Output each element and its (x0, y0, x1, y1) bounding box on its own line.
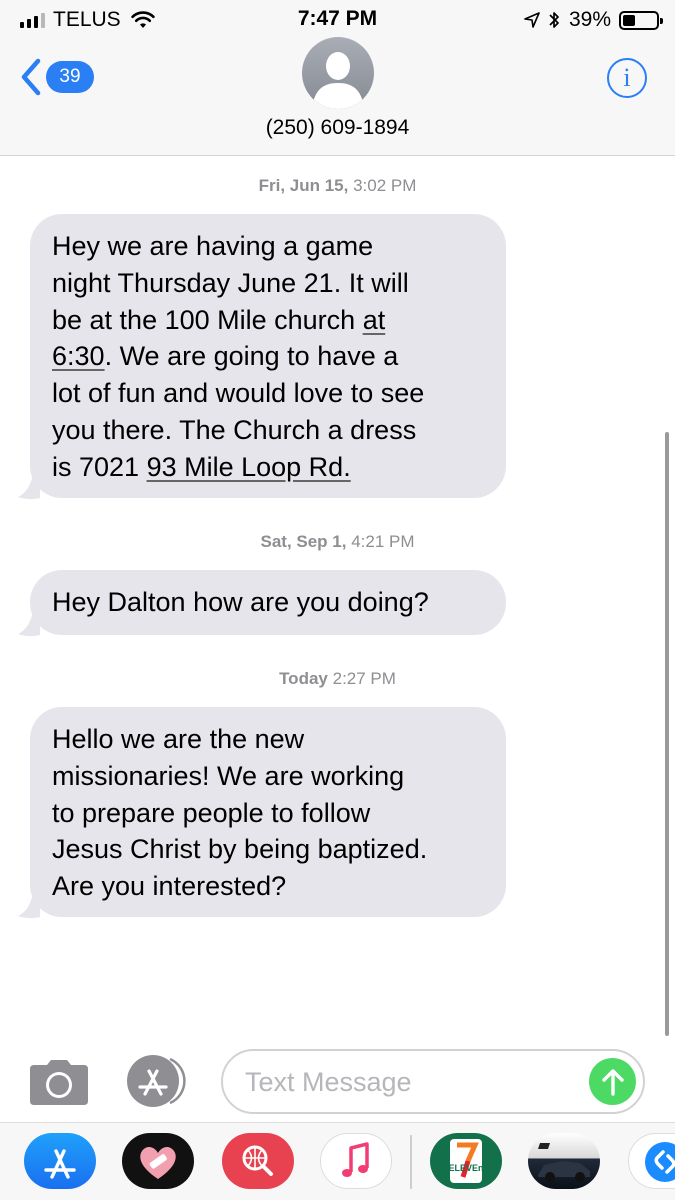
message-text: night Thursday June 21. It will (52, 267, 409, 298)
message-link[interactable]: 6:30 (52, 341, 105, 371)
battery-percent: 39% (568, 8, 611, 31)
timestamp-day: Fri, Jun 15, (258, 176, 349, 195)
arrow-up-icon (601, 1068, 624, 1096)
message-text: to prepare people to follow (52, 797, 371, 828)
message-line: Jesus Christ by being baptized. (52, 831, 484, 868)
message-text: Hello we are the new (52, 724, 305, 754)
seven-eleven-app-icon[interactable]: ELEVEn (430, 1133, 502, 1189)
person-silhouette-icon (312, 52, 364, 109)
message-text: you there. The Church a dress (52, 414, 417, 445)
chevron-left-icon (21, 58, 41, 96)
message-text: Hey Dalton how are you doing? (52, 587, 429, 617)
message-line: Hey Dalton how are you doing? (52, 584, 484, 621)
send-button[interactable] (589, 1058, 636, 1105)
message-text: missionaries! We are working (52, 760, 405, 791)
timestamp-day: Sat, Sep 1, (260, 532, 347, 551)
timestamp-time: 4:21 PM (351, 532, 415, 551)
message-bubble[interactable]: Hello we are the new missionaries! We are… (30, 707, 506, 917)
status-bar: TELUS 7:47 PM 39% (0, 0, 675, 40)
app-store-app-icon[interactable] (24, 1133, 96, 1189)
conversation-header: 39 (250) 609-1894 i (0, 37, 675, 156)
heart-sticker-app-icon[interactable] (122, 1133, 194, 1189)
unread-count-badge: 39 (46, 61, 94, 93)
timestamp: Fri, Jun 15, 3:02 PM (0, 176, 675, 196)
contact-phone-number[interactable]: (250) 609-1894 (0, 116, 675, 140)
app-store-icon[interactable] (126, 1054, 188, 1108)
message-link[interactable]: at (363, 305, 386, 335)
message-text: be at the 100 Mile church (52, 304, 363, 335)
message-line: Are you interested? (52, 868, 484, 905)
message-line: 6:30. We are going to have a (52, 338, 484, 375)
message-line: missionaries! We are working (52, 758, 484, 795)
timestamp-time: 3:02 PM (353, 176, 417, 195)
camera-icon[interactable] (30, 1059, 88, 1105)
bluetooth-icon (549, 12, 559, 28)
message-text: . We are going to have a (104, 341, 399, 372)
bubble-tail (18, 478, 40, 500)
info-button[interactable]: i (607, 58, 647, 98)
message-link[interactable]: 93 Mile Loop Rd. (147, 452, 351, 482)
message-text: Hey we are having a game (52, 231, 374, 261)
timestamp-time: 2:27 PM (332, 669, 396, 688)
app-drawer: ELEVEn (0, 1122, 675, 1200)
message-line: is 7021 93 Mile Loop Rd. (52, 449, 484, 486)
message-line: Hey we are having a game (52, 228, 484, 265)
message-bubble[interactable]: Hey we are having a game night Thursday J… (30, 214, 506, 498)
message-text: Are you interested? (52, 871, 287, 902)
message-line: be at the 100 Mile church at (52, 302, 484, 339)
scrollbar[interactable] (665, 432, 669, 1036)
app-drawer-divider (410, 1135, 412, 1189)
message-bubble[interactable]: Hey Dalton how are you doing? (30, 570, 506, 635)
message-line: to prepare people to follow (52, 795, 484, 832)
message-input-field[interactable] (221, 1049, 645, 1114)
back-button[interactable]: 39 (20, 58, 94, 96)
location-arrow-icon (524, 12, 540, 28)
battery-icon (619, 10, 663, 30)
bubble-tail (18, 615, 40, 637)
bubble-tail (18, 897, 40, 919)
music-app-icon[interactable] (320, 1133, 392, 1189)
message-line: night Thursday June 21. It will (52, 265, 484, 302)
message-line: you there. The Church a dress (52, 412, 484, 449)
battery-fill (623, 14, 636, 26)
timestamp: Sat, Sep 1, 4:21 PM (0, 532, 675, 552)
message-text: is 7021 (52, 451, 147, 482)
message-text: Jesus Christ by being baptized. (52, 834, 428, 865)
contact-avatar[interactable] (302, 37, 374, 109)
timestamp-day: Today (279, 669, 328, 688)
message-text: lot of fun and would love to see (52, 378, 425, 409)
web-search-app-icon[interactable] (222, 1133, 294, 1189)
seven-eleven-label: ELEVEn (448, 1163, 483, 1173)
timestamp: Today 2:27 PM (0, 669, 675, 689)
message-line: Hello we are the new (52, 721, 484, 758)
message-line: lot of fun and would love to see (52, 375, 484, 412)
status-right: 39% (524, 8, 663, 32)
shazam-app-icon[interactable] (628, 1133, 675, 1189)
message-input[interactable] (245, 1063, 585, 1101)
car-sticker-app-icon[interactable] (528, 1133, 600, 1189)
